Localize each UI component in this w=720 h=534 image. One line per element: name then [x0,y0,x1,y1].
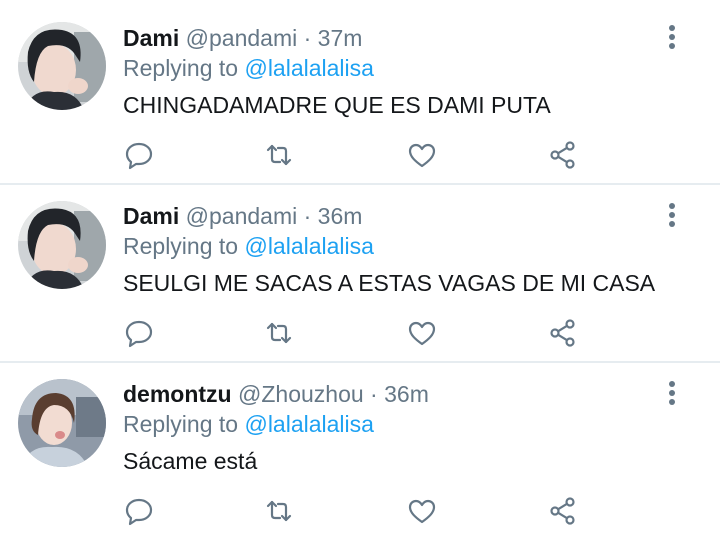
avatar[interactable] [18,22,106,110]
tweet[interactable]: Dami @pandami · 37m Replying to @lalalal… [0,0,720,178]
reply-icon[interactable] [124,496,154,526]
reply-icon[interactable] [124,140,154,170]
replying-to-label: Replying to [123,233,239,259]
avatar[interactable] [18,379,106,467]
replying-to-link[interactable]: @lalalalalisa [244,55,373,81]
tweet-header: Dami @pandami · 36m [123,202,362,230]
user-handle[interactable]: @pandami [186,203,298,229]
like-icon[interactable] [407,318,437,348]
share-icon[interactable] [548,496,578,526]
separator-dot: · [303,203,312,229]
replying-to-link[interactable]: @lalalalalisa [244,411,373,437]
timestamp[interactable]: 36m [318,203,363,229]
tweet-header: Dami @pandami · 37m [123,24,362,52]
avatar[interactable] [18,201,106,289]
timestamp[interactable]: 36m [384,381,429,407]
display-name[interactable]: Dami [123,25,179,51]
tweet[interactable]: demontzu @Zhouzhou · 36m Replying to @la… [0,356,720,534]
display-name[interactable]: demontzu [123,381,232,407]
replying-to-line: Replying to @lalalalalisa [123,54,374,82]
display-name[interactable]: Dami [123,203,179,229]
replying-to-label: Replying to [123,411,239,437]
tweet-header: demontzu @Zhouzhou · 36m [123,380,429,408]
separator-dot: · [370,381,378,407]
user-handle[interactable]: @Zhouzhou [238,381,364,407]
more-vertical-icon[interactable] [660,378,684,408]
tweet-text: CHINGADAMADRE QUE ES DAMI PUTA [123,92,551,118]
replying-to-line: Replying to @lalalalalisa [123,410,374,438]
replying-to-line: Replying to @lalalalalisa [123,232,374,260]
retweet-icon[interactable] [264,318,294,348]
more-vertical-icon[interactable] [660,22,684,52]
tweet-text: SEULGI ME SACAS A ESTAS VAGAS DE MI CASA [123,270,656,296]
share-icon[interactable] [548,140,578,170]
replying-to-link[interactable]: @lalalalalisa [244,233,373,259]
retweet-icon[interactable] [264,140,294,170]
reply-icon[interactable] [124,318,154,348]
timestamp[interactable]: 37m [318,25,363,51]
tweet-text: Sácame está [123,448,258,474]
separator-dot: · [303,25,312,51]
tweet[interactable]: Dami @pandami · 36m Replying to @lalalal… [0,178,720,356]
like-icon[interactable] [407,496,437,526]
retweet-icon[interactable] [264,496,294,526]
like-icon[interactable] [407,140,437,170]
user-handle[interactable]: @pandami [186,25,298,51]
replying-to-label: Replying to [123,55,239,81]
share-icon[interactable] [548,318,578,348]
more-vertical-icon[interactable] [660,200,684,230]
